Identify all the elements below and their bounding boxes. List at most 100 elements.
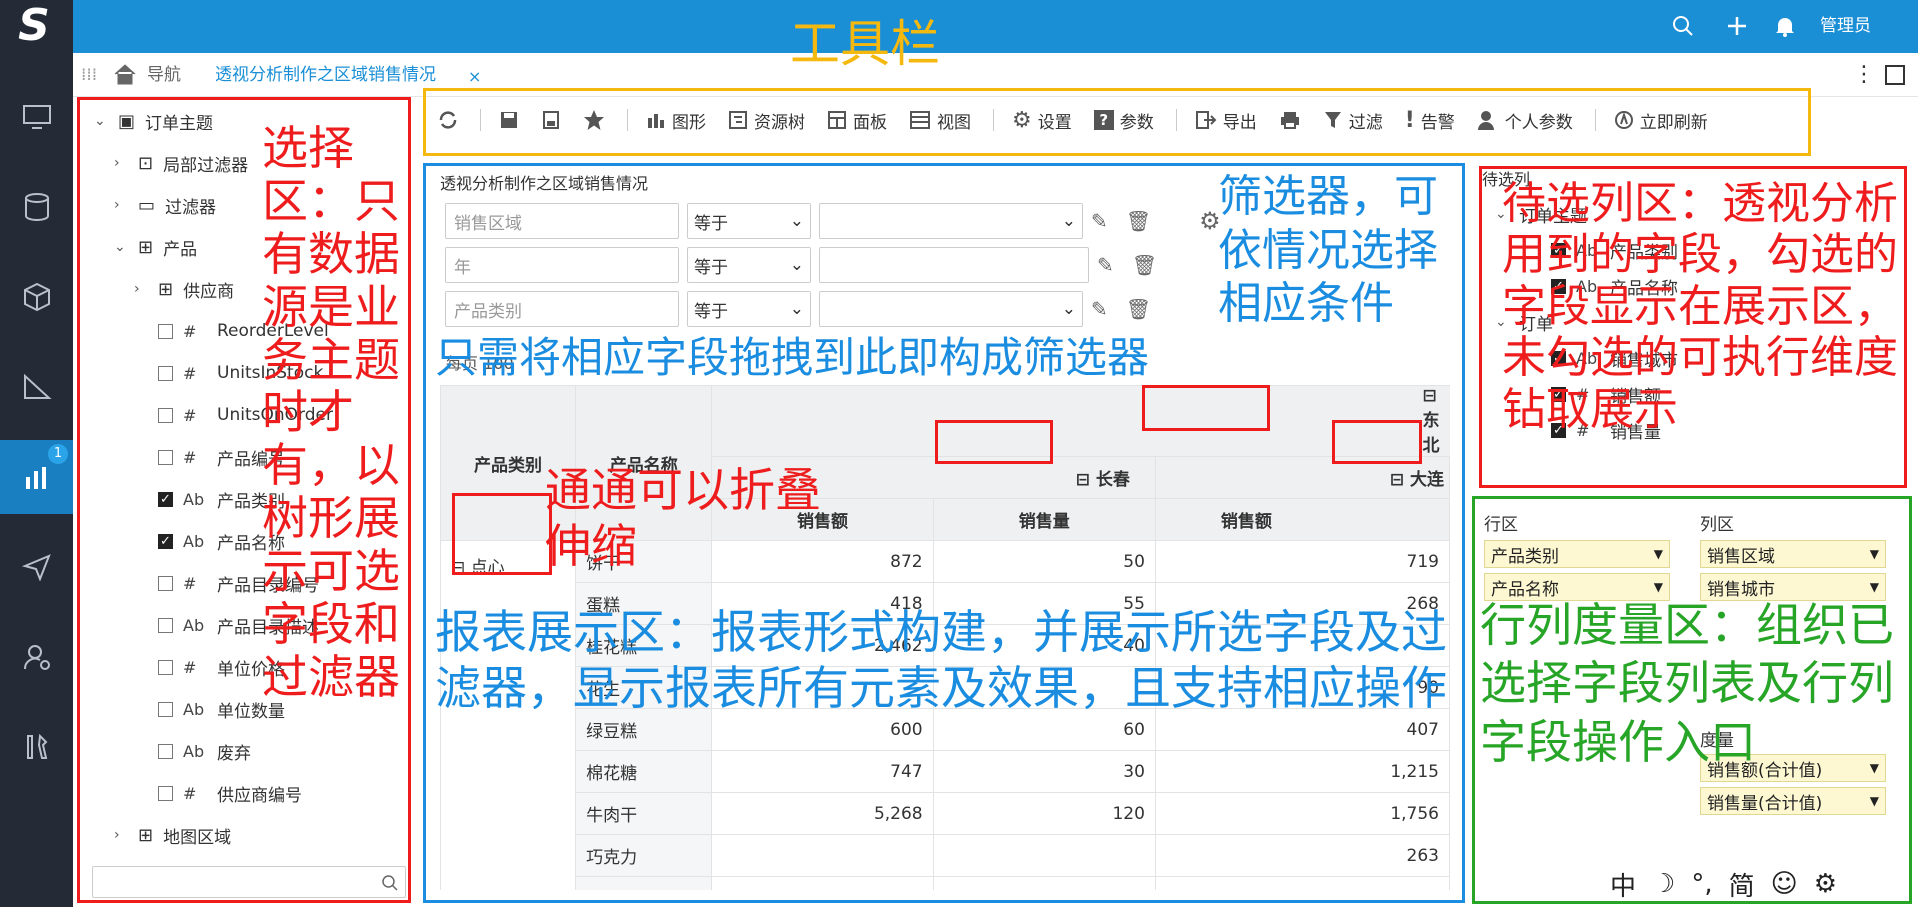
filter-value-select[interactable]: ⌄ — [819, 291, 1083, 327]
settings-button[interactable]: ⚙ 设置 — [1012, 108, 1072, 133]
page-size[interactable]: 每页 100 — [446, 350, 514, 374]
field-chip[interactable]: 产品类别 ▼ — [1484, 540, 1670, 568]
panel-button[interactable]: 面板 — [827, 108, 887, 133]
filter-field[interactable]: 年 — [445, 247, 679, 283]
ruler-icon[interactable] — [0, 350, 73, 424]
filter-operator[interactable]: 等于 ⌄ — [687, 247, 811, 283]
tree-field[interactable]: # 单位价格 — [84, 646, 404, 688]
checkbox[interactable]: ✓ — [1551, 422, 1566, 438]
delete-icon[interactable]: 🗑 — [1132, 253, 1157, 277]
caret-down-icon[interactable]: ▼ — [1870, 580, 1879, 594]
delete-icon[interactable]: 🗑 — [1126, 297, 1151, 321]
checkbox[interactable] — [158, 365, 173, 381]
checkbox[interactable] — [158, 743, 173, 759]
tree-field[interactable]: Ab 单位数量 — [84, 688, 404, 730]
personal-params-button[interactable]: 个人参数 — [1477, 108, 1573, 133]
filter-value-select[interactable]: ⌄ — [819, 203, 1083, 239]
checkbox[interactable]: ✓ — [1551, 350, 1566, 366]
checkbox[interactable]: ✓ — [1551, 278, 1566, 294]
nav-link[interactable]: 导航 — [147, 53, 181, 97]
checkbox[interactable]: ✓ — [1551, 386, 1566, 402]
tree-map-region[interactable]: › ⊞ 地图区域 — [84, 814, 404, 856]
filter-operator[interactable]: 等于 ⌄ — [687, 291, 811, 327]
filter-field[interactable]: 销售区域 — [445, 203, 679, 239]
group-cell[interactable]: ⊟ 点心 — [440, 540, 577, 890]
header-sales-amount[interactable]: 销售额 — [711, 498, 934, 541]
print-icon[interactable] — [1279, 110, 1301, 130]
tree-field[interactable]: Ab 废弃 — [84, 730, 404, 772]
resource-tree-button[interactable]: 资源树 — [728, 108, 805, 133]
candidate-group[interactable]: ⌄ 订单主题 — [1495, 196, 1895, 232]
header-city-changchun[interactable]: ⊟ 长春 — [711, 456, 1156, 499]
checkbox[interactable] — [158, 659, 173, 675]
chart-button[interactable]: 图形 — [646, 108, 706, 133]
collapse-icon[interactable]: ⊟ — [451, 558, 465, 578]
header-city-dalian[interactable]: ⊟ 大连 — [1154, 456, 1450, 499]
candidate-group[interactable]: ⌄ 订单 — [1495, 304, 1895, 340]
tree-field[interactable]: # 产品编号 — [84, 436, 404, 478]
header-sales-amount[interactable]: 销售额 — [1154, 498, 1450, 541]
caret-down-icon[interactable]: ▼ — [1654, 547, 1663, 561]
tree-local-filters[interactable]: › ⊡ 局部过滤器 — [84, 142, 404, 184]
cube-icon[interactable] — [0, 260, 73, 334]
caret-down-icon[interactable]: ▼ — [1654, 580, 1663, 594]
tree-field[interactable]: ✓ Ab 产品名称 — [84, 520, 404, 562]
tree-field[interactable]: # UnitsOnOrder — [84, 394, 404, 436]
filter-value-input[interactable] — [819, 247, 1089, 283]
caret-down-icon[interactable]: ▼ — [1870, 794, 1879, 808]
tree-field[interactable]: # UnitsInStock — [84, 352, 404, 394]
filter-field[interactable]: 产品类别 — [445, 291, 679, 327]
tree-supplier[interactable]: › ⊞ 供应商 — [84, 268, 404, 310]
filter-operator[interactable]: 等于 ⌄ — [687, 203, 811, 239]
field-chip[interactable]: 销售额(合计值) ▼ — [1700, 754, 1886, 782]
tree-field[interactable]: # 供应商编号 — [84, 772, 404, 814]
refresh-now-button[interactable]: 立即刷新 — [1614, 108, 1708, 133]
simplified-icon[interactable]: 简 — [1729, 866, 1755, 903]
tree-filters[interactable]: › ▭ 过滤器 — [84, 184, 404, 226]
checkbox[interactable] — [158, 617, 173, 633]
candidate-field[interactable]: ✓ Ab 产品类别 — [1495, 232, 1895, 268]
home-icon[interactable] — [113, 63, 137, 89]
field-chip[interactable]: 销售城市 ▼ — [1700, 573, 1886, 601]
monitor-icon[interactable] — [0, 80, 73, 154]
field-chip[interactable]: 销售量(合计值) ▼ — [1700, 787, 1886, 815]
ime-lang-icon[interactable]: 中 — [1610, 866, 1636, 903]
edit-icon[interactable]: ✎ — [1091, 209, 1108, 233]
gear-icon[interactable]: ⚙ — [1199, 207, 1221, 235]
field-chip[interactable]: 销售区域 ▼ — [1700, 540, 1886, 568]
header-product-category[interactable]: 产品类别 — [440, 385, 577, 541]
tree-product[interactable]: ⌄ ⊞ 产品 — [84, 226, 404, 268]
collapse-icon[interactable]: ⊟ — [1076, 470, 1090, 490]
tab-report[interactable]: 透视分析制作之区域销售情况 — [215, 53, 436, 97]
checkbox[interactable] — [158, 407, 173, 423]
bell-icon[interactable] — [1773, 12, 1797, 40]
star-icon[interactable] — [583, 109, 605, 131]
checkbox[interactable]: ✓ — [158, 491, 173, 507]
save-icon[interactable] — [499, 110, 519, 130]
tree-field[interactable]: # 产品目录编号 — [84, 562, 404, 604]
edit-icon[interactable]: ✎ — [1097, 253, 1114, 277]
refresh-icon[interactable] — [438, 110, 458, 130]
tree-search-input[interactable] — [92, 866, 406, 898]
tools-icon[interactable] — [0, 710, 73, 784]
search-icon[interactable] — [1671, 12, 1695, 40]
checkbox[interactable] — [158, 449, 173, 465]
more-icon[interactable]: ⋮ — [1853, 53, 1875, 97]
menu-toggle-icon[interactable]: ⁞⁞⁞ — [81, 53, 97, 97]
candidate-field[interactable]: ✓ # 销售量 — [1495, 412, 1895, 448]
checkbox[interactable] — [158, 701, 173, 717]
save-as-icon[interactable] — [541, 110, 561, 130]
emoji-icon[interactable]: ☺ — [1771, 869, 1798, 899]
caret-down-icon[interactable]: ▼ — [1870, 547, 1879, 561]
user-menu[interactable]: 管理员 — [1820, 12, 1871, 40]
checkbox[interactable] — [158, 785, 173, 801]
candidate-field[interactable]: ✓ # 销售额 — [1495, 376, 1895, 412]
checkbox[interactable] — [158, 323, 173, 339]
alert-button[interactable]: ! 告警 — [1405, 108, 1455, 133]
plus-icon[interactable] — [1725, 12, 1749, 40]
delete-icon[interactable]: 🗑 — [1126, 209, 1151, 233]
tree-root[interactable]: ⌄ ▣ 订单主题 — [84, 100, 404, 142]
collapse-icon[interactable]: ⊟ — [1390, 470, 1404, 490]
moon-icon[interactable]: ☽ — [1652, 869, 1675, 899]
checkbox[interactable]: ✓ — [1551, 242, 1566, 258]
